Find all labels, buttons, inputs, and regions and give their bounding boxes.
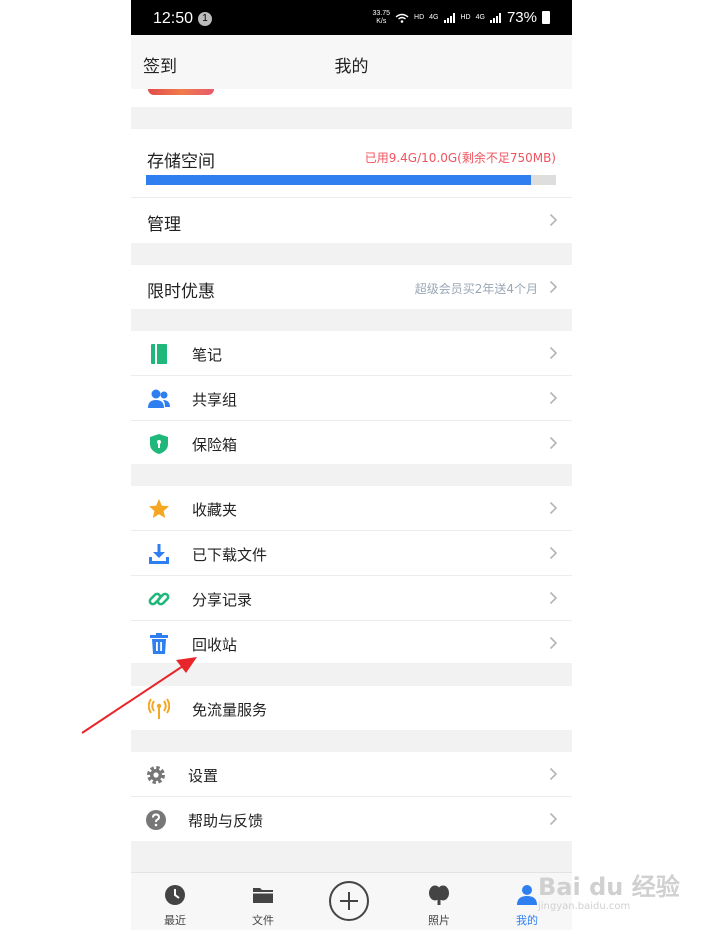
net-label-2: 4G (475, 14, 485, 21)
promo-row[interactable]: 限时优惠 超级会员买2年送4个月 (131, 265, 572, 309)
add-button[interactable] (329, 881, 369, 921)
link-icon (148, 592, 170, 606)
chevron-right-icon (549, 213, 558, 227)
free-data-card: 免流量服务 (131, 686, 572, 730)
network-speed: 33.75 K/s (372, 9, 391, 25)
chevron-right-icon (549, 501, 558, 515)
wifi-icon (395, 13, 409, 23)
help-feedback-label: 帮助与反馈 (188, 812, 264, 830)
notes-label: 笔记 (192, 346, 223, 364)
chevron-right-icon (549, 436, 558, 450)
storage-progress-bar (146, 175, 556, 185)
share-records-label: 分享记录 (192, 591, 253, 609)
notification-badge: 1 (198, 12, 212, 26)
files-card: 收藏夹 已下载文件 分享记录 回收站 (131, 486, 572, 663)
favorites-label: 收藏夹 (192, 501, 238, 519)
nav-files-label: 文件 (252, 914, 274, 927)
storage-title: 存储空间 (147, 152, 215, 172)
chevron-right-icon (549, 636, 558, 650)
watermark: Bai du 经验 jingyan.baidu.com (538, 855, 688, 915)
status-bar: 12:50 1 33.75 K/s HD 4G HD 4G 73% (131, 0, 572, 35)
promo-detail: 超级会员买2年送4个月 (414, 282, 538, 296)
users-icon (148, 389, 170, 408)
shield-icon (150, 434, 168, 454)
signal-icon-1 (443, 12, 455, 23)
notes-row[interactable]: 笔记 (131, 331, 572, 376)
recycle-bin-row[interactable]: 回收站 (131, 621, 572, 665)
trash-icon (150, 633, 168, 654)
settings-card: 设置 帮助与反馈 (131, 752, 572, 841)
star-icon (149, 499, 169, 518)
status-time: 12:50 (153, 10, 194, 27)
net-label-1: 4G (429, 14, 439, 21)
downloaded-row[interactable]: 已下载文件 (131, 531, 572, 576)
chevron-right-icon (549, 591, 558, 605)
chevron-right-icon (549, 346, 558, 360)
downloaded-label: 已下载文件 (192, 546, 268, 564)
download-icon (149, 544, 169, 564)
nav-recent[interactable]: 最近 (131, 873, 219, 930)
app-header: 签到 我的 (131, 35, 572, 89)
chevron-right-icon (549, 767, 558, 781)
help-feedback-row[interactable]: 帮助与反馈 (131, 797, 572, 841)
manage-label: 管理 (147, 215, 181, 235)
profile-card-fragment (131, 89, 572, 107)
nav-recent-label: 最近 (164, 914, 186, 927)
gear-icon (147, 766, 165, 784)
help-icon (146, 810, 166, 830)
safe-box-label: 保险箱 (192, 436, 238, 454)
watermark-main: Bai du 经验 (538, 873, 680, 901)
antenna-icon (148, 698, 170, 719)
chevron-right-icon (549, 280, 558, 294)
tools-card: 笔记 共享组 保险箱 (131, 331, 572, 464)
hd-label-1: HD (414, 14, 425, 21)
battery-percent: 73% (506, 9, 537, 26)
folder-icon (253, 888, 273, 903)
battery-icon (542, 11, 550, 24)
free-data-label: 免流量服务 (192, 701, 268, 719)
avatar[interactable] (148, 89, 214, 95)
free-data-row[interactable]: 免流量服务 (131, 686, 572, 730)
storage-card: 存储空间 已用9.4G/10.0G(剩余不足750MB) 管理 (131, 129, 572, 243)
chevron-right-icon (549, 391, 558, 405)
watermark-sub: jingyan.baidu.com (538, 901, 631, 912)
clock-icon (165, 885, 185, 905)
notebook-icon (151, 344, 167, 364)
nav-photos[interactable]: 照片 (395, 873, 483, 930)
nav-photos-label: 照片 (428, 914, 450, 927)
share-group-row[interactable]: 共享组 (131, 376, 572, 421)
share-records-row[interactable]: 分享记录 (131, 576, 572, 621)
page-title: 我的 (334, 57, 369, 77)
phone-screen: 12:50 1 33.75 K/s HD 4G HD 4G 73% 签到 我的 存… (131, 0, 572, 930)
storage-info: 存储空间 已用9.4G/10.0G(剩余不足750MB) (131, 129, 572, 198)
promo-card: 限时优惠 超级会员买2年送4个月 (131, 265, 572, 309)
safe-box-row[interactable]: 保险箱 (131, 421, 572, 465)
promo-label: 限时优惠 (147, 282, 215, 302)
settings-row[interactable]: 设置 (131, 752, 572, 797)
bottom-nav: 最近 文件 照片 我的 (131, 872, 572, 930)
nav-files[interactable]: 文件 (219, 873, 307, 930)
manage-storage-row[interactable]: 管理 (131, 198, 572, 243)
user-icon (517, 885, 537, 905)
storage-progress-fill (146, 175, 532, 185)
signal-icon-2 (489, 12, 501, 23)
settings-label: 设置 (188, 767, 219, 785)
recycle-bin-label: 回收站 (192, 636, 238, 654)
plus-icon (340, 892, 358, 910)
favorites-row[interactable]: 收藏夹 (131, 486, 572, 531)
chevron-right-icon (549, 812, 558, 826)
chevron-right-icon (549, 546, 558, 560)
photos-icon (429, 885, 449, 905)
storage-used-text: 已用9.4G/10.0G(剩余不足750MB) (364, 151, 556, 165)
status-indicators: 33.75 K/s HD 4G HD 4G 73% (372, 9, 550, 26)
hd-label-2: HD (460, 14, 471, 21)
share-group-label: 共享组 (192, 391, 238, 409)
